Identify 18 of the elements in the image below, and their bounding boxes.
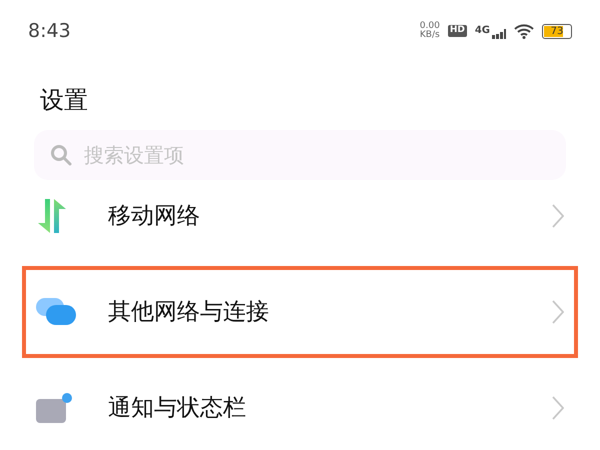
arrows-icon (36, 199, 68, 233)
settings-item[interactable]: 通知与状态栏 (22, 372, 578, 444)
clock: 8:43 (28, 18, 71, 44)
network-speed: 0.00 KB/s (420, 22, 440, 40)
signal-icon (492, 29, 506, 39)
battery-level: 73 (550, 24, 564, 38)
search-field[interactable]: 搜索设置项 (34, 130, 566, 180)
wifi-icon (514, 24, 534, 38)
highlighted-settings-item[interactable]: 其他网络与连接 (22, 266, 578, 358)
network-type: 4G (474, 26, 490, 36)
notification-panel-icon (36, 393, 72, 423)
settings-item[interactable]: 移动网络 (22, 180, 578, 252)
page-title: 设置 (39, 85, 89, 116)
chevron-right-icon (552, 204, 564, 228)
chevron-right-icon (552, 396, 564, 420)
chat-bubbles-icon (36, 298, 78, 326)
hd-badge: HD (448, 25, 467, 37)
chevron-right-icon (552, 300, 564, 324)
